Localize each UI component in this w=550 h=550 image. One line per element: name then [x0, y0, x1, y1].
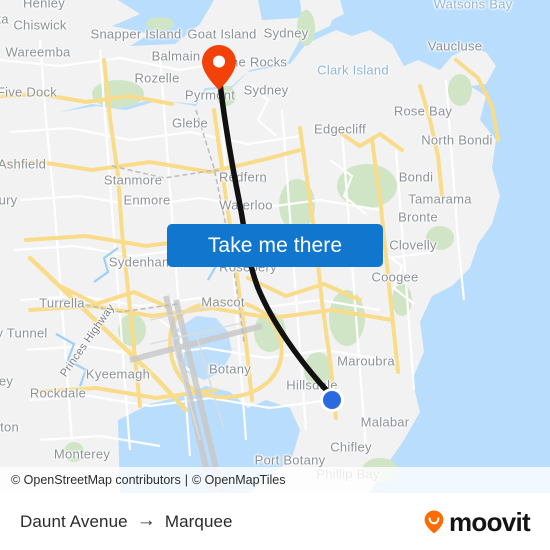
- attribution-separator: |: [184, 473, 188, 487]
- moovit-map-app: ChiswickHenleytaWareembaSnapper IslandBa…: [0, 0, 550, 550]
- arrow-right-icon: →: [136, 510, 156, 531]
- take-me-there-button[interactable]: Take me there: [167, 224, 383, 267]
- trip-footer: Daunt Avenue → Marquee moovit: [0, 493, 550, 550]
- attribution-openmaptiles[interactable]: © OpenMapTiles: [192, 473, 286, 487]
- trip-destination: Marquee: [164, 511, 233, 531]
- trip-summary: Daunt Avenue → Marquee: [20, 510, 233, 532]
- map-attribution: © OpenStreetMap contributors | © OpenMap…: [0, 467, 550, 493]
- attribution-osm[interactable]: © OpenStreetMap contributors: [11, 473, 181, 487]
- map-canvas[interactable]: ChiswickHenleytaWareembaSnapper IslandBa…: [0, 0, 550, 493]
- trip-origin: Daunt Avenue: [20, 511, 128, 531]
- moovit-pin-icon: [424, 510, 444, 533]
- take-me-there-label: Take me there: [207, 233, 343, 257]
- moovit-logo[interactable]: moovit: [421, 506, 531, 537]
- moovit-wordmark: moovit: [448, 506, 531, 537]
